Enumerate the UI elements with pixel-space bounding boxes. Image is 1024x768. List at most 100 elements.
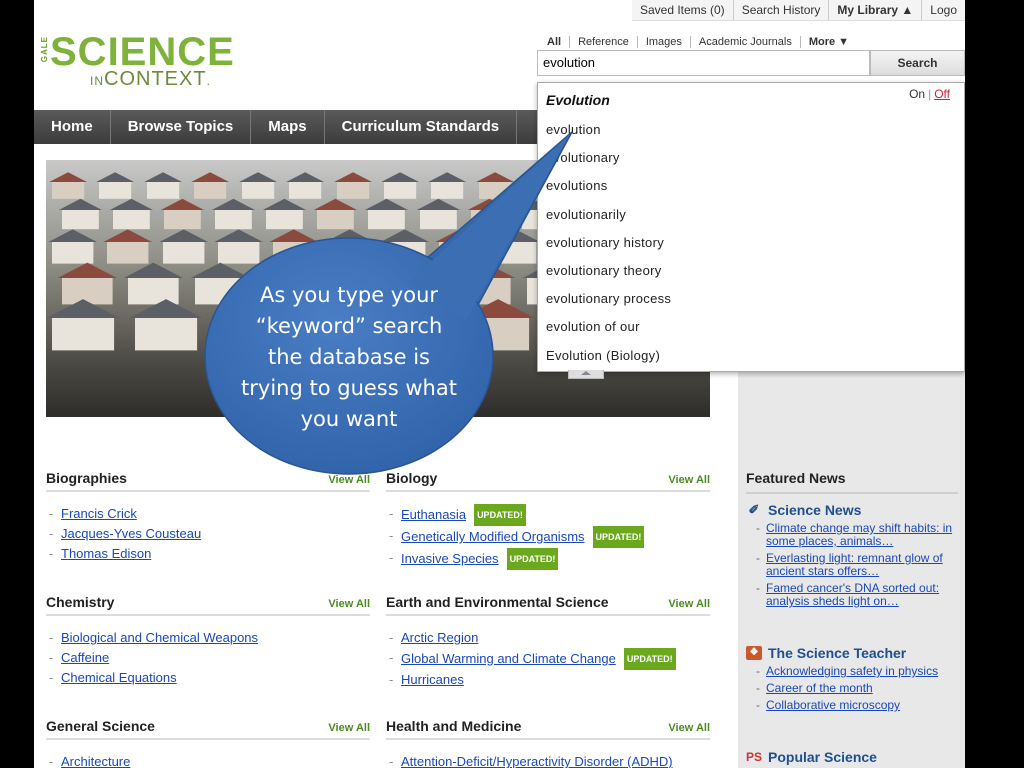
topic-link: Architecture: [46, 752, 370, 768]
nav-maps[interactable]: Maps: [251, 110, 325, 144]
hero-house: [333, 172, 372, 199]
hero-house: [212, 198, 256, 230]
view-all-link[interactable]: View All: [328, 722, 370, 734]
autocomplete-suggestion[interactable]: evolutions: [546, 177, 671, 205]
logo-context-text: INCONTEXT.: [90, 68, 211, 90]
search-scope-tabs: All Reference Images Academic Journals M…: [539, 36, 857, 48]
view-all-link[interactable]: View All: [668, 722, 710, 734]
autocomplete-suggestion[interactable]: evolutionary process: [546, 290, 671, 318]
hero-house: [58, 198, 103, 230]
featured-news-heading: Featured News: [746, 470, 846, 486]
hero-house: [238, 172, 277, 199]
news-item[interactable]: Climate change may shift habits: in some…: [746, 522, 961, 548]
nav-home[interactable]: Home: [34, 110, 111, 144]
topic-link: Jacques-Yves Cousteau: [46, 524, 370, 544]
autocomplete-on[interactable]: On: [909, 87, 925, 101]
topic-link: Genetically Modified OrganismsUPDATED!: [386, 526, 710, 548]
nav-browse-topics[interactable]: Browse Topics: [111, 110, 252, 144]
topic-link: Invasive SpeciesUPDATED!: [386, 548, 710, 570]
hero-house: [103, 229, 153, 264]
autocomplete-top-suggestion[interactable]: Evolution: [546, 92, 610, 108]
updated-badge: UPDATED!: [506, 548, 559, 570]
topic-link: Caffeine: [46, 648, 370, 668]
autocomplete-toggle: On | Off: [909, 87, 950, 101]
topic-title: Earth and Environmental Science: [386, 594, 609, 610]
hero-house: [286, 172, 325, 199]
topic-link: Thomas Edison: [46, 544, 370, 564]
hero-house: [46, 299, 120, 351]
hero-house: [381, 172, 420, 199]
hero-house: [159, 229, 208, 264]
topic-biology: BiologyView All EuthanasiaUPDATED! Genet…: [386, 470, 710, 570]
autocomplete-collapse-handle[interactable]: [568, 370, 604, 379]
hero-house: [416, 198, 460, 230]
topic-link: Biological and Chemical Weapons: [46, 628, 370, 648]
hero-house: [129, 299, 203, 351]
topic-link: Francis Crick: [46, 504, 370, 524]
search-tab-all[interactable]: All: [539, 36, 569, 48]
topic-link: Chemical Equations: [46, 668, 370, 688]
hero-house: [263, 198, 307, 230]
autocomplete-suggestion[interactable]: evolutionary: [546, 149, 671, 177]
autocomplete-off[interactable]: Off: [934, 87, 950, 101]
search-tab-more[interactable]: More ▼: [799, 36, 857, 48]
topic-earth-environmental-science: Earth and Environmental Science View All …: [386, 594, 710, 690]
hero-house: [48, 229, 97, 264]
popular-science-title[interactable]: Popular Science: [768, 749, 877, 765]
autocomplete-suggestion[interactable]: evolutionarily: [546, 206, 671, 234]
news-item[interactable]: Acknowledging safety in physics: [746, 665, 961, 679]
popular-science-icon: PS: [746, 750, 763, 764]
topic-title: General Science: [46, 718, 155, 734]
view-all-link[interactable]: View All: [668, 598, 710, 610]
autocomplete-suggestion[interactable]: evolution of our: [546, 318, 671, 346]
topic-link: Global Warming and Climate ChangeUPDATED…: [386, 648, 710, 670]
news-item[interactable]: Famed cancer's DNA sorted out: analysis …: [746, 582, 961, 608]
callout-text: As you type your “keyword” search the da…: [241, 283, 457, 431]
topic-title: Biographies: [46, 470, 127, 486]
search-tab-images[interactable]: Images: [636, 36, 690, 48]
autocomplete-suggestion[interactable]: Evolution (Biology): [546, 347, 671, 375]
speech-bubble-callout: As you type your “keyword” search the da…: [204, 131, 573, 476]
updated-badge: UPDATED!: [623, 648, 676, 670]
nav-curriculum-standards[interactable]: Curriculum Standards: [325, 110, 518, 144]
search-tab-academic-journals[interactable]: Academic Journals: [689, 36, 800, 48]
my-library-menu[interactable]: My Library ▲: [828, 0, 921, 20]
science-teacher-section: ❖ The Science Teacher Acknowledging safet…: [746, 645, 961, 716]
search-tab-reference[interactable]: Reference: [569, 36, 637, 48]
autocomplete-suggestion[interactable]: evolutionary theory: [546, 262, 671, 290]
hero-house: [49, 172, 87, 199]
news-item[interactable]: Career of the month: [746, 682, 961, 696]
news-item[interactable]: Collaborative microscopy: [746, 699, 961, 713]
hero-house: [96, 172, 135, 199]
search-button[interactable]: Search: [870, 50, 965, 76]
topic-link: Arctic Region: [386, 628, 710, 648]
topic-link: EuthanasiaUPDATED!: [386, 504, 710, 526]
hero-house: [144, 172, 182, 199]
autocomplete-suggestion[interactable]: evolutionary history: [546, 234, 671, 262]
view-all-link[interactable]: View All: [328, 598, 370, 610]
topic-general-science: General Science View All Architecture: [46, 718, 370, 768]
search-input[interactable]: evolution: [537, 50, 870, 76]
hero-house: [160, 198, 205, 230]
topic-biographies: BiographiesView All Francis Crick Jacque…: [46, 470, 370, 564]
news-item[interactable]: Everlasting light: remnant glow of ancie…: [746, 552, 961, 578]
updated-badge: UPDATED!: [474, 504, 526, 526]
science-news-icon: ✐: [748, 502, 760, 517]
updated-badge: UPDATED!: [592, 526, 645, 548]
topic-health-medicine: Health and Medicine View All Attention-De…: [386, 718, 710, 768]
saved-items-link[interactable]: Saved Items (0): [632, 0, 733, 20]
science-teacher-title[interactable]: The Science Teacher: [768, 645, 906, 661]
autocomplete-dropdown: On | Off Evolution evolution evolutionary …: [537, 82, 965, 372]
hero-house: [428, 172, 467, 199]
search-history-link[interactable]: Search History: [732, 0, 829, 20]
topic-title: Health and Medicine: [386, 718, 522, 734]
science-in-context-logo[interactable]: GALE SCIENCE INCONTEXT.: [40, 30, 234, 90]
utility-bar: Saved Items (0) Search History My Librar…: [631, 0, 965, 21]
logout-link[interactable]: Logo: [921, 0, 965, 20]
hero-house: [109, 198, 154, 230]
science-news-section: ✐ Science News Climate change may shift h…: [746, 502, 961, 612]
gale-logo-text: GALE: [40, 36, 49, 63]
science-news-title[interactable]: Science News: [768, 502, 861, 518]
view-all-link[interactable]: View All: [668, 474, 710, 486]
topic-chemistry: Chemistry View All Biological and Chemica…: [46, 594, 370, 688]
